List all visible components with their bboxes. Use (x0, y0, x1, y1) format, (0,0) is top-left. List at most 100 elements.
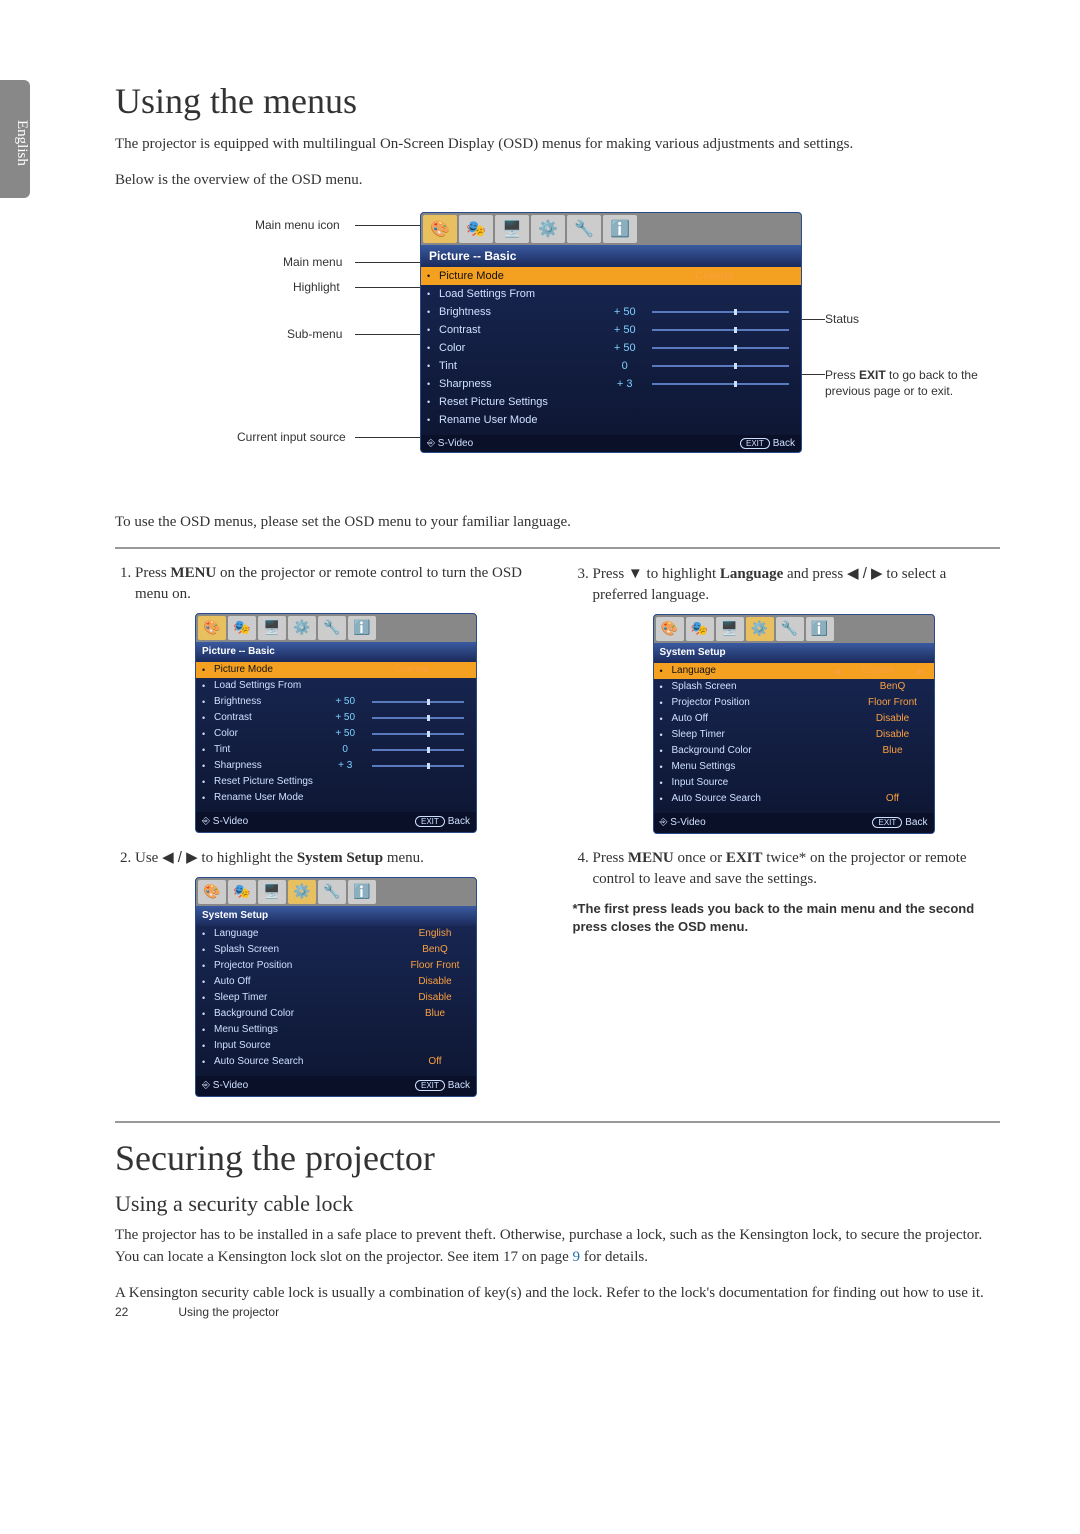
osd-row: •Menu Settings (654, 759, 934, 775)
osd-tab-icon: 🖥️ (716, 617, 744, 641)
osd-row: •Input Source (654, 775, 934, 791)
osd-row: •Tint0 (421, 357, 801, 375)
osd-tab-icon: 🖥️ (495, 215, 529, 243)
osd-title: Picture -- Basic (196, 642, 476, 662)
step-2: Use ◀ / ▶ to highlight the System Setup … (135, 847, 543, 1097)
language-side-tab: English (0, 80, 30, 198)
osd-tab-icon: ℹ️ (348, 616, 376, 640)
footnote: *The first press leads you back to the m… (573, 900, 1001, 936)
osd-row: •Auto OffDisable (196, 974, 476, 990)
osd-row: •Menu Settings (196, 1022, 476, 1038)
osd-title: System Setup (654, 643, 934, 663)
osd-row: •Splash ScreenBenQ (654, 679, 934, 695)
label-sub-menu: Sub-menu (287, 327, 342, 341)
osd-tab-icon: ⚙️ (531, 215, 565, 243)
osd-row: •Input Source (196, 1038, 476, 1054)
osd-row: •Background ColorBlue (196, 1006, 476, 1022)
osd-row: •Brightness+ 50 (196, 694, 476, 710)
osd-tab-icon: 🎭 (686, 617, 714, 641)
osd-source: S-Video (438, 438, 473, 449)
osd-tab-icon: ℹ️ (348, 880, 376, 904)
osd-row: •Language◀English▶ (654, 663, 934, 679)
osd-tab-icon: 🔧 (567, 215, 601, 243)
osd-tab-icon: ⚙️ (288, 616, 316, 640)
osd-row: •Contrast+ 50 (196, 710, 476, 726)
osd-row: •Sleep TimerDisable (196, 990, 476, 1006)
subheading-cable-lock: Using a security cable lock (115, 1191, 1000, 1217)
osd-tab-icon: 🎨 (198, 616, 226, 640)
label-main-menu: Main menu (283, 255, 342, 269)
osd-title: Picture -- Basic (421, 245, 801, 267)
osd-tab-icon: 🎭 (459, 215, 493, 243)
osd-row: •Splash ScreenBenQ (196, 942, 476, 958)
secure-paragraph-1: The projector has to be installed in a s… (115, 1225, 1000, 1269)
heading-securing: Securing the projector (115, 1137, 1000, 1179)
osd-row: •Projector PositionFloor Front (654, 695, 934, 711)
osd-tab-icon: 🖥️ (258, 616, 286, 640)
divider (115, 547, 1000, 549)
osd-footer: ⎆ S-Video EXITBack (421, 435, 801, 452)
osd-row: •Sharpness+ 3 (196, 758, 476, 774)
osd-tab-icon: 🔧 (318, 880, 346, 904)
osd-tab-icon: ℹ️ (603, 215, 637, 243)
osd-row: •Sleep TimerDisable (654, 727, 934, 743)
osd-overview-diagram: Main menu icon Main menu Highlight Sub-m… (165, 212, 1000, 492)
page-number: 22 (115, 1305, 175, 1319)
label-current-input: Current input source (237, 430, 346, 444)
osd-row: •Reset Picture Settings (196, 774, 476, 790)
osd-row: •Auto Source SearchOff (654, 791, 934, 807)
label-main-menu-icon: Main menu icon (255, 218, 340, 232)
step-1: Press MENU on the projector or remote co… (135, 563, 543, 833)
osd-tab-icon: ℹ️ (806, 617, 834, 641)
osd-tab-icon: ⚙️ (746, 617, 774, 641)
osd-row: •Reset Picture Settings (421, 393, 801, 411)
osd-row: •Picture ModeCinema (421, 267, 801, 285)
step-4: Press MENU once or EXIT twice* on the pr… (593, 848, 1001, 890)
input-source-icon: ⎆ (427, 438, 435, 449)
osd-step3: 🎨 🎭 🖥️ ⚙️ 🔧 ℹ️ System Setup •Language◀En… (653, 614, 935, 834)
osd-row: •Color+ 50 (196, 726, 476, 742)
osd-tab-bar: 🎨 🎭 🖥️ ⚙️ 🔧 ℹ️ (421, 213, 801, 245)
osd-step1: 🎨 🎭 🖥️ ⚙️ 🔧 ℹ️ Picture -- Basic •Picture… (195, 613, 477, 833)
osd-row: •Rename User Mode (196, 790, 476, 806)
osd-row: •Auto Source SearchOff (196, 1054, 476, 1070)
osd-tab-icon: 🎭 (228, 616, 256, 640)
osd-tab-icon: 🎭 (228, 880, 256, 904)
intro-paragraph-1: The projector is equipped with multiling… (115, 134, 1000, 156)
osd-row: •Brightness+ 50 (421, 303, 801, 321)
label-status: Status (825, 312, 859, 326)
page-footer: 22 Using the projector (115, 1305, 279, 1319)
osd-tab-icon: 🎨 (423, 215, 457, 243)
osd-step2: 🎨 🎭 🖥️ ⚙️ 🔧 ℹ️ System Setup •LanguageEng… (195, 877, 477, 1097)
familiar-language-paragraph: To use the OSD menus, please set the OSD… (115, 512, 1000, 534)
osd-row: •Contrast+ 50 (421, 321, 801, 339)
page-link[interactable]: 9 (573, 1249, 581, 1265)
osd-row: •Color+ 50 (421, 339, 801, 357)
secure-paragraph-2: A Kensington security cable lock is usua… (115, 1283, 1000, 1305)
osd-row: •Tint0 (196, 742, 476, 758)
osd-row: •LanguageEnglish (196, 926, 476, 942)
osd-row: •Auto OffDisable (654, 711, 934, 727)
osd-tab-icon: 🖥️ (258, 880, 286, 904)
label-exit-note: Press EXIT to go back to the previous pa… (825, 367, 995, 399)
osd-back: Back (773, 438, 795, 449)
osd-row: •Load Settings From (196, 678, 476, 694)
osd-row: •Load Settings From (421, 285, 801, 303)
label-highlight: Highlight (293, 280, 340, 294)
osd-row: •Background ColorBlue (654, 743, 934, 759)
step-3: Press ▼ to highlight Language and press … (593, 563, 1001, 834)
osd-tab-icon: 🔧 (318, 616, 346, 640)
osd-tab-icon: 🎨 (198, 880, 226, 904)
osd-tab-icon: 🔧 (776, 617, 804, 641)
osd-tab-icon: 🎨 (656, 617, 684, 641)
osd-tab-icon: ⚙️ (288, 880, 316, 904)
osd-title: System Setup (196, 906, 476, 926)
osd-row: •Picture ModeCinema (196, 662, 476, 678)
osd-row: •Sharpness+ 3 (421, 375, 801, 393)
heading-using-menus: Using the menus (115, 80, 1000, 122)
exit-pill: EXIT (740, 438, 770, 449)
osd-overview-panel: 🎨 🎭 🖥️ ⚙️ 🔧 ℹ️ Picture -- Basic •Picture… (420, 212, 802, 453)
footer-section: Using the projector (178, 1305, 279, 1319)
osd-row: •Projector PositionFloor Front (196, 958, 476, 974)
osd-row: •Rename User Mode (421, 411, 801, 429)
